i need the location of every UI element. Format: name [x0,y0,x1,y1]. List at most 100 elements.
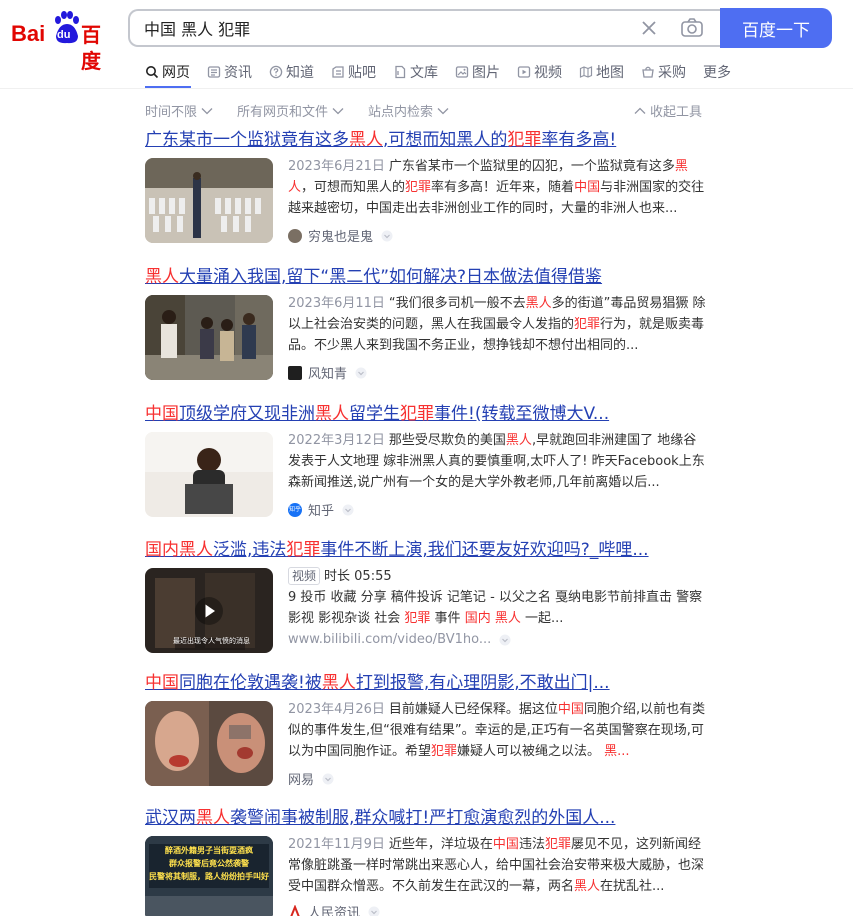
filter-time[interactable]: 时间不限 [145,101,213,120]
result-snippet: 2023年4月26日 目前嫌疑人已经保释。据这位中国同胞介绍,以前也有类似的事件发… [288,699,708,762]
camera-icon[interactable] [680,17,704,39]
title-part: 留学生 [349,404,400,424]
result-date: 2022年3月12日 [288,433,385,448]
tab-label: 采购 [658,65,686,81]
result-thumbnail[interactable] [145,295,273,380]
tab-label: 更多 [703,65,731,81]
tab-tieba[interactable]: 贴吧 [331,61,376,83]
filter-site[interactable]: 站点内检索 [368,101,449,120]
result-source[interactable]: 穷鬼也是鬼 [288,226,393,245]
tab-wenku[interactable]: 文库 [393,61,438,83]
feedback-icon[interactable] [381,230,393,242]
snippet-highlight: 黑... [604,744,630,759]
tab-label: 文库 [410,65,438,81]
title-part: 顶级学府又现非洲 [179,404,315,424]
search-result: 广东某市一个监狱竟有这多黑人,可想而知黑人的犯罪率有多高! 2023年6月21日… [145,128,715,245]
search-input[interactable] [144,11,624,45]
video-thumbnail[interactable]: 最近出现令人气愤的消息 [145,568,273,653]
feedback-icon[interactable] [368,906,380,916]
search-icon [146,66,159,79]
filter-file-type[interactable]: 所有网页和文件 [237,101,344,120]
tab-purchase[interactable]: 采购 [641,61,686,83]
title-highlight: 犯罪 [400,404,434,424]
tab-news[interactable]: 资讯 [207,61,252,83]
result-thumbnail[interactable] [145,701,273,786]
title-part: 打到报警,有心理阴影,不敢出门|... [355,673,610,693]
result-thumbnail[interactable] [145,432,273,517]
snippet-highlight: 犯罪 [544,837,571,852]
play-icon[interactable] [194,596,224,626]
search-button[interactable]: 百度一下 [720,8,832,48]
people-news-icon [290,904,300,916]
tab-zhidao[interactable]: 知道 [269,61,314,83]
snippet-highlight: 黑人 [574,879,601,894]
cart-icon [642,66,654,78]
snippet-highlight: 犯罪 [431,744,458,759]
clear-icon[interactable] [640,19,658,37]
result-date: 2023年6月21日 [288,159,385,174]
result-title[interactable]: 武汉两黑人袭警闹事被制服,群众喊打!严打愈演愈烈的外国人... [145,806,715,830]
news-caption-line: 群众报警后竟公然袭警 [169,859,249,868]
tabs-divider [0,88,853,89]
tab-more[interactable]: 更多 [703,61,731,83]
snippet-highlight: 国内 黑人 [464,611,521,626]
injured-face-image [145,701,273,786]
result-source[interactable]: 知乎 知乎 [288,500,354,519]
zhihu-icon: 知乎 [288,502,302,517]
result-title[interactable]: 国内黑人泛滥,违法犯罪事件不断上演,我们还要友好欢迎吗?_哔哩... [145,538,715,562]
video-duration: 时长 05:55 [324,569,392,584]
title-highlight: 黑人 [321,673,356,693]
title-part: 率有多高! [541,130,617,150]
result-url[interactable]: www.bilibili.com/video/BV1ho... [288,632,511,647]
news-caption: 醉酒外籍男子当街耍酒疯 群众报警后竟公然袭警 民警将其制服，路人纷纷拍手叫好 [149,844,269,883]
tab-web[interactable]: 网页 [145,61,190,83]
snippet-part: “我们很多司机一般不去 [388,296,526,311]
feedback-icon[interactable] [499,634,511,646]
news-icon [207,66,221,78]
baidu-logo[interactable]: Bai du 百度 [11,10,115,73]
snippet-highlight: 犯罪 [404,611,431,626]
snippet-highlight: 犯罪 [574,317,601,332]
title-highlight: 黑人 [179,540,213,560]
result-title[interactable]: 广东某市一个监狱竟有这多黑人,可想而知黑人的犯罪率有多高! [145,128,715,152]
result-snippet: 视频 时长 05:55 9 投币 收藏 分享 稿件投诉 记笔记 - 以父之名 戛纳电… [288,566,708,629]
result-title[interactable]: 中国顶级学府又现非洲黑人留学生犯罪事件!(转载至微博大V... [145,402,715,426]
snippet-highlight: 黑人 [525,296,552,311]
snippet-part: 嫌疑人可以被绳之以法。 [457,744,605,759]
collapse-tools-button[interactable]: 收起工具 [634,101,702,120]
source-name: 风知青 [308,367,348,382]
title-part: ,可想而知黑人的 [383,130,508,150]
result-source[interactable]: 人民资讯 [288,902,380,916]
title-highlight: 犯罪 [286,540,321,560]
video-tag: 视频 [288,567,321,585]
search-result: 武汉两黑人袭警闹事被制服,群众喊打!严打愈演愈烈的外国人... 醉酒外籍男子当街… [145,806,715,916]
filter-type-label: 所有网页和文件 [237,105,329,120]
tab-map[interactable]: 地图 [579,61,624,83]
result-snippet: 2023年6月11日 “我们很多司机一般不去黑人多的街道”毒品贸易猖獗 除以上社会… [288,293,708,356]
result-thumbnail[interactable]: 醉酒外籍男子当街耍酒疯 群众报警后竟公然袭警 民警将其制服，路人纷纷拍手叫好 [145,836,273,916]
result-date: 2023年6月11日 [288,296,385,311]
snippet-part: 率有多高！近年来，随着 [431,180,575,195]
tab-images[interactable]: 图片 [455,61,500,83]
image-icon [455,66,469,78]
result-title[interactable]: 黑人大量涌入我国,留下“黑二代”如何解决?日本做法值得借鉴 [145,265,715,289]
tieba-icon [332,66,344,78]
prison-yard-image [145,158,273,243]
result-source[interactable]: 网易 [288,769,334,788]
tab-label: 贴吧 [348,65,376,81]
news-caption-line: 民警将其制服，路人纷纷拍手叫好 [149,872,269,881]
tab-video[interactable]: 视频 [517,61,562,83]
title-highlight: 中国 [145,673,179,693]
result-thumbnail[interactable] [145,158,273,243]
snippet-highlight: 中国 [574,180,601,195]
feedback-icon[interactable] [355,367,367,379]
tab-label: 资讯 [224,65,252,81]
filter-site-label: 站点内检索 [368,105,434,120]
chevron-down-icon [201,107,213,114]
result-title[interactable]: 中国同胞在伦敦遇袭!被黑人打到报警,有心理阴影,不敢出门|... [145,671,715,695]
result-source[interactable]: 风知青 [288,363,367,382]
logo-chinese-text: 百度 [81,23,101,73]
snippet-part: 目前嫌疑人已经保释。据这位 [388,702,558,717]
feedback-icon[interactable] [322,773,334,785]
feedback-icon[interactable] [342,504,354,516]
